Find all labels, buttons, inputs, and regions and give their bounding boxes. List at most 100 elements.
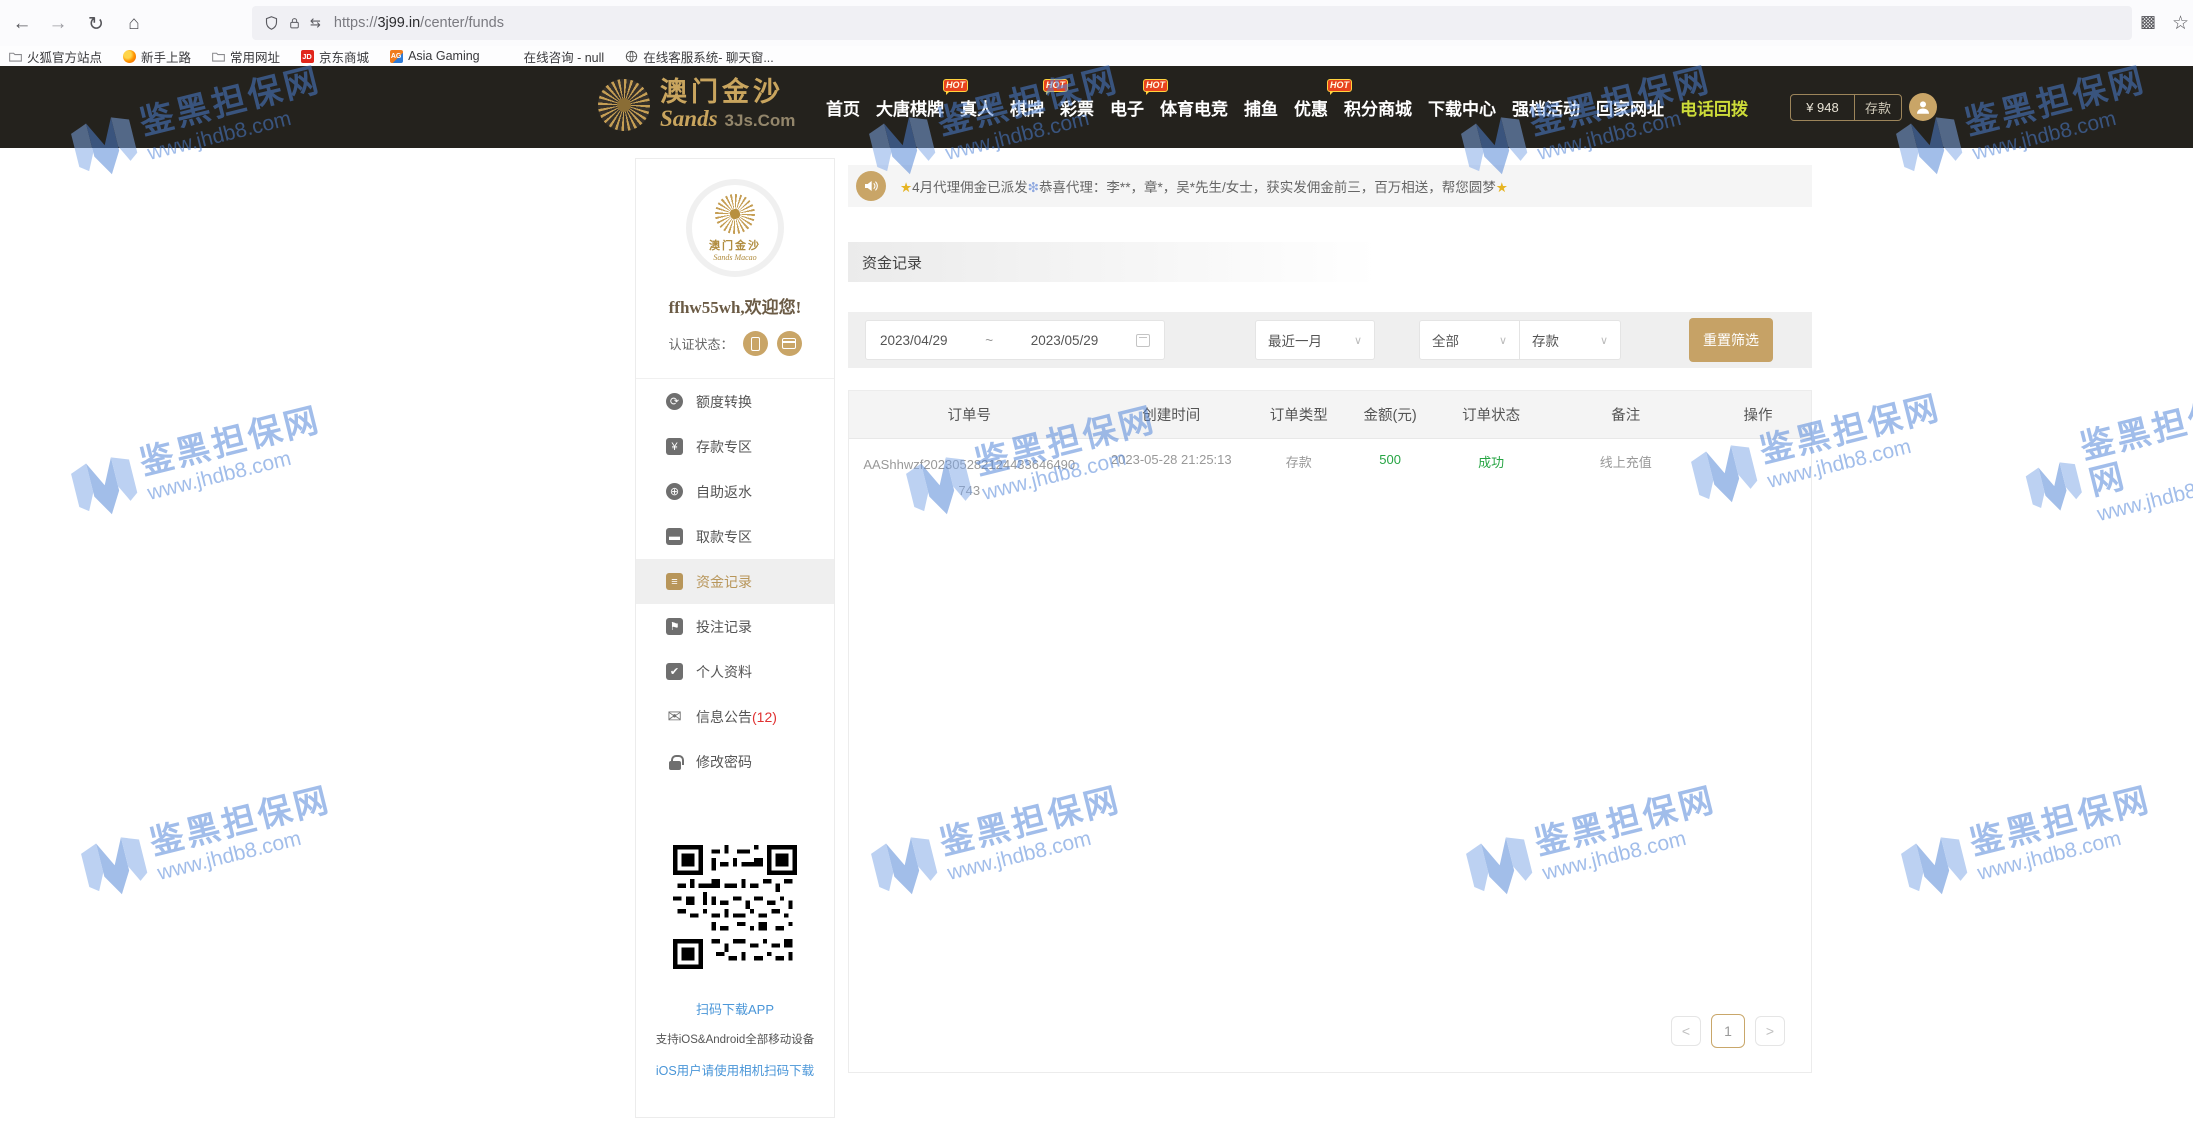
menu-label: 投注记录 (696, 617, 752, 637)
exchange-icon: ⟳ (666, 393, 683, 410)
scan-download-link[interactable]: 扫码下载APP (636, 999, 834, 1018)
phone-icon (751, 337, 760, 351)
device-support-note: 支持iOS&Android全部移动设备 (636, 1031, 834, 1047)
nav-item-callback[interactable]: 电话回拨 (1680, 95, 1748, 120)
cell-order-no: AAShhwzf202305282124433646490743 (849, 452, 1090, 504)
ios-download-link[interactable]: iOS用户请使用相机扫码下载 (636, 1060, 834, 1079)
nav-item-sports[interactable]: 体育电竞 (1160, 95, 1228, 120)
menu-label: 额度转换 (696, 392, 752, 412)
asia-gaming-icon: AG (389, 49, 403, 63)
status-select[interactable]: 全部 ∨ (1419, 320, 1520, 360)
nav-item-slots[interactable]: 电子HOT (1110, 95, 1144, 120)
date-range-input[interactable]: 2023/04/29 ~ 2023/05/29 (865, 320, 1165, 360)
watermark-title: 鉴黑担保网 (146, 782, 335, 863)
sun-logo-icon (715, 194, 755, 234)
col-header-status: 订单状态 (1436, 404, 1547, 425)
back-button[interactable]: ← (8, 10, 36, 38)
type-select[interactable]: 存款 ∨ (1520, 320, 1621, 360)
page-root: { "browser": { "url_scheme": "https://",… (0, 0, 2193, 1121)
lock-icon (669, 761, 681, 770)
menu-label: 信息公告(12) (696, 707, 777, 727)
forward-button[interactable]: → (44, 10, 72, 38)
sidebar-item-bet-record[interactable]: ⚑投注记录 (636, 604, 834, 649)
cell-type: 存款 (1253, 452, 1344, 504)
nav-item-fishing[interactable]: 捕鱼 (1244, 95, 1278, 120)
prev-page-button[interactable]: < (1671, 1016, 1701, 1046)
bookmark-item[interactable]: 新手上路 (122, 47, 191, 66)
permissions-icon[interactable]: ⇆ (310, 15, 321, 31)
range-select[interactable]: 最近一月 ∨ (1255, 320, 1375, 360)
deposit-button[interactable]: 存款 (1855, 98, 1901, 117)
nav-item-download[interactable]: 下载中心 (1428, 95, 1496, 120)
card-verified-badge[interactable] (777, 331, 802, 356)
watermark-logo-icon (67, 450, 143, 522)
date-to[interactable]: 2023/05/29 (1031, 333, 1099, 348)
nav-label: 强档活动 (1512, 100, 1580, 119)
reload-button[interactable]: ↻ (82, 10, 110, 38)
bookmark-item[interactable]: 火狐官方站点 (8, 47, 102, 66)
nav-item-datang-chess[interactable]: 大唐棋牌HOT (876, 95, 944, 120)
nav-item-promos[interactable]: 优惠HOT (1294, 95, 1328, 120)
sidebar-item-deposit[interactable]: ¥存款专区 (636, 424, 834, 469)
url-bar[interactable]: ⇆ https://3j99.in/center/funds (252, 6, 2132, 40)
logo-chinese: 澳门金沙 (660, 78, 795, 106)
page-1-button[interactable]: 1 (1711, 1014, 1745, 1048)
bookmark-star-icon[interactable]: ☆ (2172, 12, 2189, 35)
nav-label: 彩票 (1060, 100, 1094, 119)
phone-verified-badge[interactable] (743, 331, 768, 356)
speaker-icon[interactable] (856, 171, 886, 201)
nav-item-live[interactable]: 真人 (960, 95, 994, 120)
firefox-icon (122, 49, 136, 63)
nav-label: 捕鱼 (1244, 100, 1278, 119)
date-from[interactable]: 2023/04/29 (880, 333, 948, 348)
sidebar-item-profile[interactable]: ✔个人资料 (636, 649, 834, 694)
sidebar-item-withdraw[interactable]: ▬取款专区 (636, 514, 834, 559)
bookmark-item[interactable]: 在线客服系统- 聊天窗... (624, 47, 774, 66)
url-text: https://3j99.in/center/funds (334, 15, 504, 31)
nav-item-points-mall[interactable]: 积分商城 (1344, 95, 1412, 120)
user-avatar[interactable] (1909, 93, 1937, 121)
nav-label: 真人 (960, 100, 994, 119)
nav-item-chess[interactable]: 棋牌HOT (1010, 95, 1044, 120)
sidebar-item-rebate[interactable]: ⊕自助返水 (636, 469, 834, 514)
site-header: 澳门金沙 Sands 3Js.Com 首页 大唐棋牌HOT 真人 棋牌HOT 彩… (0, 66, 2193, 148)
nav-item-home[interactable]: 首页 (826, 95, 860, 120)
bookmark-item[interactable]: 在线咨询 - null (524, 47, 605, 66)
cell-remark: 线上充值 (1546, 452, 1705, 504)
auth-status-label: 认证状态： (668, 334, 733, 353)
watermark-logo-icon (77, 830, 153, 902)
withdraw-card-icon: ▬ (666, 528, 683, 545)
sidebar-item-change-password[interactable]: 修改密码 (636, 739, 834, 784)
sidebar-item-messages[interactable]: ✉信息公告(12) (636, 694, 834, 739)
funds-record-icon: ≡ (666, 573, 683, 590)
cell-created: 2023-05-28 21:25:13 (1090, 452, 1254, 504)
home-button[interactable]: ⌂ (120, 10, 148, 38)
bookmark-item[interactable]: JD 京东商城 (300, 47, 369, 66)
nav-item-home-url[interactable]: 回家网址 (1596, 95, 1664, 120)
sidebar-item-funds-record[interactable]: ≡资金记录 (636, 559, 834, 604)
qr-scan-icon[interactable]: ▩ (2140, 12, 2156, 32)
reset-filter-button[interactable]: 重置筛选 (1689, 318, 1773, 362)
watermark-title: 鉴黑担保网 (2077, 393, 2193, 503)
bookmarks-bar: 火狐官方站点 新手上路 常用网址 JD 京东商城 AG Asia Gaming … (0, 46, 2193, 66)
watermark-logo-icon (2021, 453, 2088, 522)
site-logo[interactable]: 澳门金沙 Sands 3Js.Com (598, 78, 795, 132)
sidebar: 澳门金沙 Sands Macao ffhw55wh,欢迎您! 认证状态： ⟳额度… (635, 158, 835, 1118)
col-header-created: 创建时间 (1090, 404, 1254, 425)
main-nav: 首页 大唐棋牌HOT 真人 棋牌HOT 彩票 电子HOT 体育电竞 捕鱼 优惠H… (826, 66, 1748, 148)
nav-item-events[interactable]: 强档活动 (1512, 95, 1580, 120)
bookmark-item[interactable]: 常用网址 (211, 47, 280, 66)
sidebar-item-transfer[interactable]: ⟳ 额度转换 (636, 379, 834, 424)
nav-label: 优惠 (1294, 100, 1328, 119)
col-header-order-no: 订单号 (849, 404, 1090, 425)
watermark-title: 鉴黑担保网 (1966, 782, 2155, 863)
watermark: 鉴黑担保网 www.jhdb8.com (76, 782, 340, 904)
nav-item-lottery[interactable]: 彩票 (1060, 95, 1094, 120)
calendar-icon[interactable] (1136, 334, 1150, 347)
balance-pill[interactable]: ¥ 948 存款 (1790, 94, 1902, 121)
bookmark-item[interactable]: AG Asia Gaming (389, 49, 480, 63)
nav-label: 积分商城 (1344, 100, 1412, 119)
bank-card-icon (782, 338, 796, 349)
type-select-value: 存款 (1532, 330, 1559, 350)
next-page-button[interactable]: > (1755, 1016, 1785, 1046)
